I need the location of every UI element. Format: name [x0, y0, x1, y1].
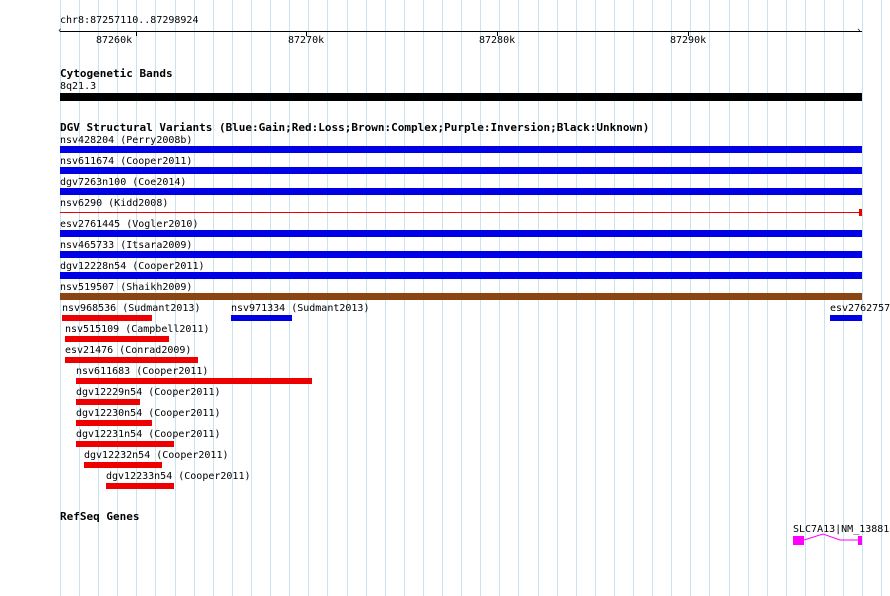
- variant-bar-complex[interactable]: [60, 293, 862, 300]
- gene-intron: [803, 533, 858, 541]
- variant-label: esv21476 (Conrad2009): [65, 345, 192, 356]
- ruler-range-label: chr8:87257110..87298924: [60, 15, 199, 26]
- grid-line: [881, 0, 882, 596]
- dgv-track-title[interactable]: DGV Structural Variants (Blue:Gain;Red:L…: [60, 122, 649, 134]
- variant-bar-loss[interactable]: [84, 462, 162, 468]
- refseq-track-title[interactable]: RefSeq Genes: [60, 511, 139, 523]
- variant-bar-gain[interactable]: [60, 272, 862, 279]
- variant-label: esv2762757: [830, 303, 890, 314]
- cytoband-bar[interactable]: [60, 93, 862, 101]
- variant-label: dgv7263n100 (Coe2014): [60, 177, 187, 188]
- variant-label: nsv971334 (Sudmant2013): [231, 303, 370, 314]
- variant-bar-loss[interactable]: [76, 399, 140, 405]
- variant-label: dgv12232n54 (Cooper2011): [84, 450, 229, 461]
- variant-bar-loss[interactable]: [65, 336, 169, 342]
- variant-label: dgv12228n54 (Cooper2011): [60, 261, 205, 272]
- ruler-tick-label: 87270k: [288, 35, 325, 46]
- variant-bar-gain[interactable]: [830, 315, 862, 321]
- variant-bar-gain[interactable]: [60, 167, 862, 174]
- variant-bar-loss[interactable]: [76, 441, 174, 447]
- variant-label: nsv519507 (Shaikh2009): [60, 282, 193, 293]
- variant-bar-loss[interactable]: [106, 483, 174, 489]
- ruler-tick: [136, 31, 137, 36]
- variant-bar-loss[interactable]: [62, 315, 152, 321]
- variant-bar-gain[interactable]: [60, 251, 862, 258]
- variant-label: dgv12231n54 (Cooper2011): [76, 429, 221, 440]
- genome-browser: chr8:87257110..87298924 ‹ › 87260k 87270…: [0, 0, 890, 596]
- ruler-left-arrow-icon: ‹: [58, 26, 62, 36]
- variant-label: esv2761445 (Vogler2010): [60, 219, 199, 230]
- gene-exon[interactable]: [793, 536, 804, 545]
- variant-bar-loss[interactable]: [65, 357, 198, 363]
- variant-label: nsv515109 (Campbell2011): [65, 324, 210, 335]
- variant-label: nsv6290 (Kidd2008): [60, 198, 169, 209]
- ruler-tick-label: 87260k: [96, 35, 133, 46]
- gene-model[interactable]: [790, 532, 870, 548]
- variant-bar-loss[interactable]: [76, 378, 312, 384]
- variant-bar-loss[interactable]: [76, 420, 152, 426]
- variant-label: nsv968536 (Sudmant2013): [62, 303, 201, 314]
- variant-bar-loss[interactable]: [859, 209, 862, 216]
- ruler-tick-label: 87290k: [670, 35, 707, 46]
- cytoband-track-title[interactable]: Cytogenetic Bands: [60, 68, 173, 80]
- ruler-tick-label: 87280k: [479, 35, 516, 46]
- variant-label: dgv12233n54 (Cooper2011): [106, 471, 251, 482]
- variant-bar-gain[interactable]: [60, 188, 862, 195]
- grid-line: [862, 0, 863, 596]
- variant-line-loss[interactable]: [60, 212, 862, 213]
- variant-bar-gain[interactable]: [60, 146, 862, 153]
- variant-bar-gain[interactable]: [60, 230, 862, 237]
- variant-label: nsv611683 (Cooper2011): [76, 366, 209, 377]
- gene-exon[interactable]: [858, 536, 862, 545]
- cytoband-label: 8q21.3: [60, 81, 97, 92]
- ruler-right-arrow-icon: ›: [857, 26, 861, 36]
- variant-label: dgv12230n54 (Cooper2011): [76, 408, 221, 419]
- variant-bar-gain[interactable]: [231, 315, 292, 321]
- variant-label: nsv611674 (Cooper2011): [60, 156, 193, 167]
- variant-label: dgv12229n54 (Cooper2011): [76, 387, 221, 398]
- variant-label: nsv428204 (Perry2008b): [60, 135, 193, 146]
- ruler-axis: [60, 31, 862, 32]
- variant-label: nsv465733 (Itsara2009): [60, 240, 193, 251]
